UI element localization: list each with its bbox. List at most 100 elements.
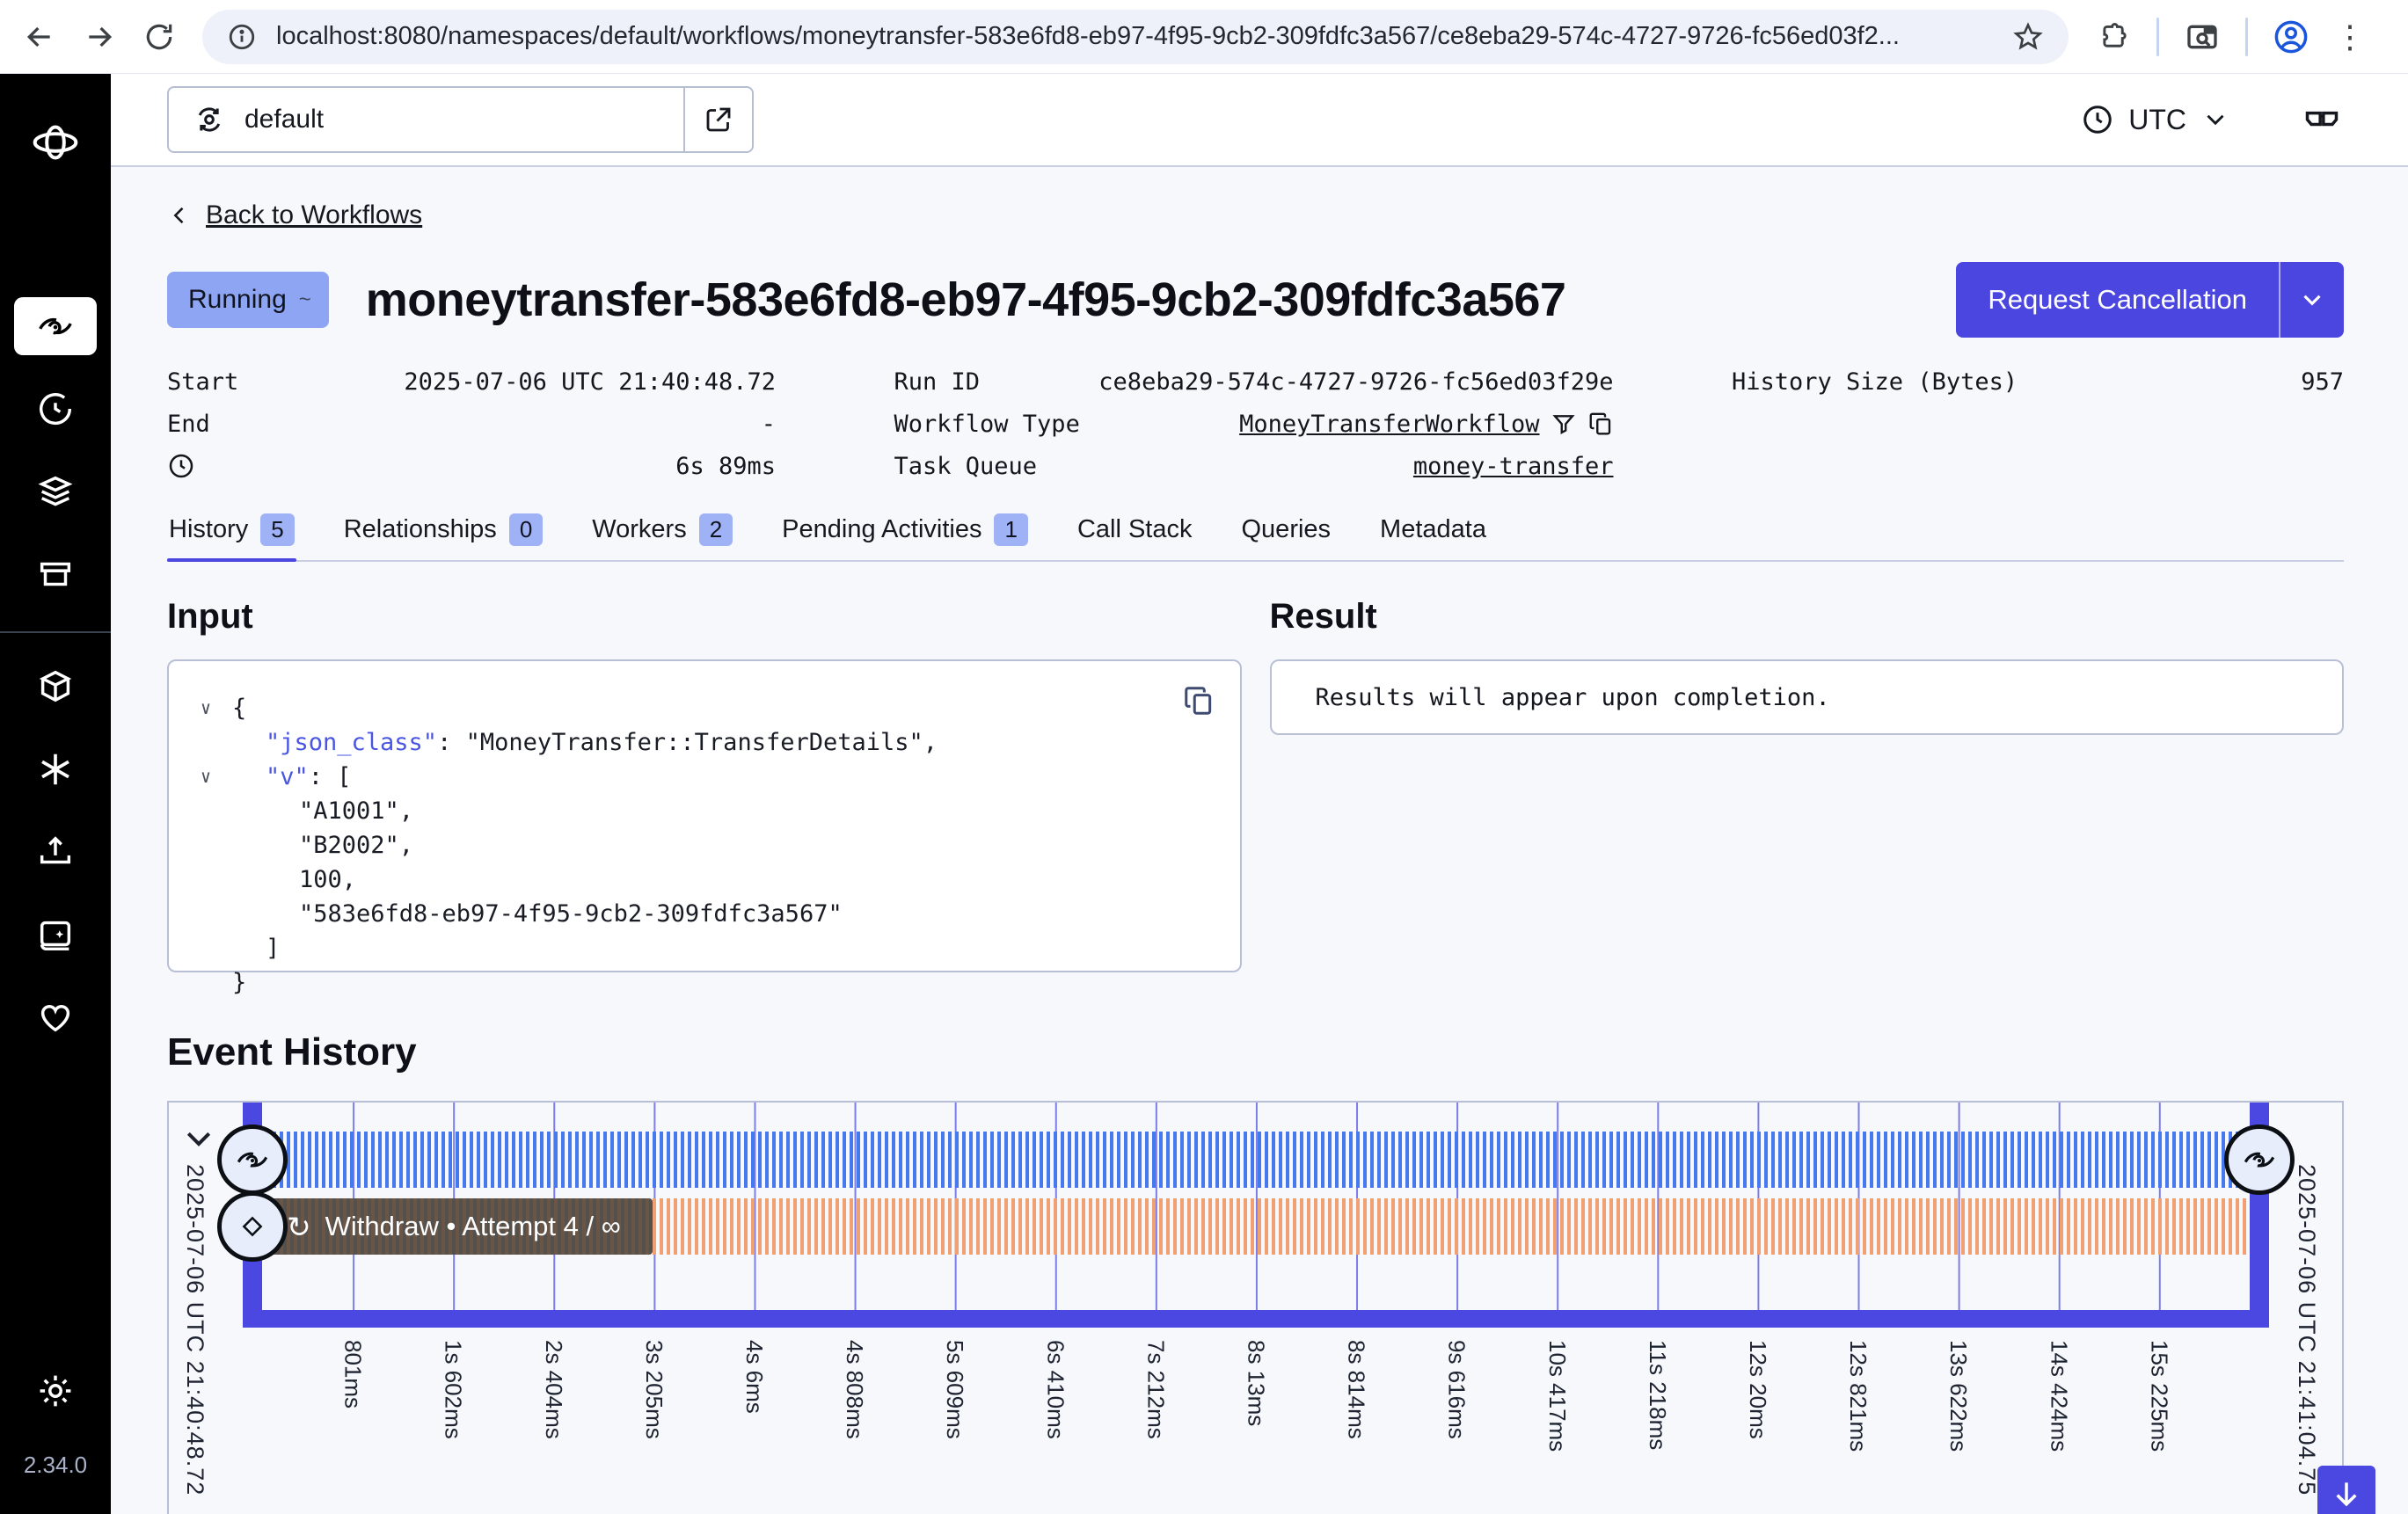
tab-badge: 2 [699,513,733,546]
result-card: Results will appear upon completion. [1270,659,2345,735]
sidebar-item-nexus[interactable] [14,740,97,798]
activity-node[interactable] [217,1191,288,1262]
profile-icon[interactable] [2271,17,2311,57]
bookmark-star-icon[interactable] [2012,21,2044,53]
input-json-viewer: ∨ { "json_class": "MoneyTransfer::Transf… [167,659,1242,972]
workflow-latest-node[interactable] [2224,1125,2295,1195]
browser-reload-button[interactable] [139,17,179,57]
timezone-label: UTC [2128,104,2186,136]
timezone-selector[interactable]: UTC [2081,103,2230,136]
sidebar-divider [0,631,111,633]
task-queue-link[interactable]: money-transfer [1413,453,1614,480]
tab-queries[interactable]: Queries [1240,505,1333,560]
result-heading: Result [1270,597,2345,637]
axis-tick: 1s 602ms [440,1340,467,1439]
detail-label: Task Queue [894,453,1038,480]
axis-tick: 5s 609ms [941,1340,968,1439]
tab-badge: 1 [994,513,1027,546]
workflow-start-node[interactable] [217,1125,288,1195]
sidebar-item-schedules[interactable] [14,380,97,438]
labs-mode-icon[interactable] [2302,100,2341,139]
detail-value: 6s 89ms [675,453,776,480]
browser-toolbar: localhost:8080/namespaces/default/workfl… [0,0,2408,74]
event-history-heading: Event History [167,1030,2344,1074]
sidebar-item-docs[interactable] [14,906,97,964]
axis-tick: 10s 417ms [1543,1340,1571,1452]
detail-start: Start 2025-07-06 UTC 21:40:48.72 [167,360,776,403]
workflow-icon [234,1141,271,1178]
url-text[interactable]: localhost:8080/namespaces/default/workfl… [276,22,1996,51]
tab-pending-activities[interactable]: Pending Activities 1 [780,505,1030,560]
axis-tick: 9s 616ms [1443,1340,1470,1439]
detail-value: 957 [2301,368,2344,396]
copy-icon[interactable] [1182,684,1215,717]
browser-back-button[interactable] [19,17,60,57]
cancel-options-caret[interactable] [2279,262,2344,338]
app-version: 2.34.0 [24,1452,87,1479]
detail-label: History Size (Bytes) [1732,368,2018,396]
tab-badge: 5 [260,513,294,546]
app-topbar: default UTC [111,74,2408,167]
extensions-icon[interactable] [2093,17,2134,57]
namespace-selector[interactable]: default [167,86,754,153]
address-bar[interactable]: localhost:8080/namespaces/default/workfl… [202,10,2069,64]
axis-tick: 12s 20ms [1744,1340,1771,1439]
axis-tick: 801ms [339,1340,367,1408]
detail-end: End - [167,403,776,445]
activity-label-text: Withdraw • Attempt 4 / ∞ [325,1211,621,1242]
axis-tick: 11s 218ms [1644,1340,1671,1450]
workflow-execution-span[interactable] [266,1132,2250,1188]
tab-metadata[interactable]: Metadata [1378,505,1488,560]
sidebar-item-batch-operations[interactable] [14,462,97,520]
detail-value: ce8eba29-574c-4727-9726-fc56ed03f29e [1098,368,1613,396]
toolbar-divider [2245,18,2248,56]
collapse-chevron-icon[interactable]: ∨ [201,760,232,794]
detail-history-size: History Size (Bytes) 957 [1732,360,2344,403]
browser-forward-button[interactable] [79,17,120,57]
status-badge[interactable]: Running ~ [167,272,329,328]
json-line: } [201,965,1208,1000]
tab-call-stack[interactable]: Call Stack [1076,505,1194,560]
axis-tick: 12s 821ms [1844,1340,1872,1452]
sidebar-item-import[interactable] [14,823,97,881]
sidebar-item-feedback[interactable] [14,988,97,1046]
detail-label: Workflow Type [894,411,1080,438]
collapse-chevron-icon[interactable]: ∨ [201,691,232,725]
sidebar-item-workflows[interactable] [14,297,97,355]
workflow-type-link[interactable]: MoneyTransferWorkflow [1239,411,1539,438]
theme-toggle[interactable] [14,1362,97,1420]
namespace-open-button[interactable] [683,88,752,151]
detail-run-id: Run ID ce8eba29-574c-4727-9726-fc56ed03f… [894,360,1614,403]
result-section: Result Results will appear upon completi… [1270,597,2345,972]
tab-relationships[interactable]: Relationships 0 [342,505,545,560]
back-to-workflows-link[interactable]: Back to Workflows [167,200,422,230]
tab-history[interactable]: History 5 [167,505,296,560]
activity-label[interactable]: ↻ Withdraw • Attempt 4 / ∞ [266,1198,653,1255]
request-cancellation-button[interactable]: Request Cancellation [1956,262,2344,338]
sidebar-item-namespaces[interactable] [14,658,97,716]
axis-tick: 13s 622ms [1945,1340,1972,1452]
timeline-collapse-chevron[interactable] [181,1122,216,1157]
chevron-down-icon [2200,105,2230,135]
scroll-to-end-button[interactable] [2317,1466,2375,1514]
tab-workers[interactable]: Workers 2 [590,505,734,560]
detail-label: Run ID [894,368,981,396]
input-heading: Input [167,597,1242,637]
result-placeholder: Results will appear upon completion. [1316,684,1830,711]
tab-label: History [169,515,248,544]
request-cancellation-label[interactable]: Request Cancellation [1956,262,2279,338]
search-tabs-icon[interactable] [2182,17,2222,57]
axis-tick: 14s 424ms [2045,1340,2072,1452]
tab-label: Call Stack [1077,515,1193,544]
browser-menu-icon[interactable]: ⋮ [2334,18,2366,55]
detail-workflow-type: Workflow Type MoneyTransferWorkflow [894,403,1614,445]
filter-icon[interactable] [1551,411,1577,437]
detail-label: Start [167,368,238,396]
workflow-tabs: History 5 Relationships 0 Workers 2 Pend… [167,505,2344,562]
copy-icon[interactable] [1587,411,1614,437]
detail-value: 2025-07-06 UTC 21:40:48.72 [404,368,776,396]
json-line: ∨ "v": [ [201,760,1208,794]
namespace-icon [192,102,227,137]
site-info-icon[interactable] [227,22,257,52]
sidebar-item-archival[interactable] [14,545,97,603]
